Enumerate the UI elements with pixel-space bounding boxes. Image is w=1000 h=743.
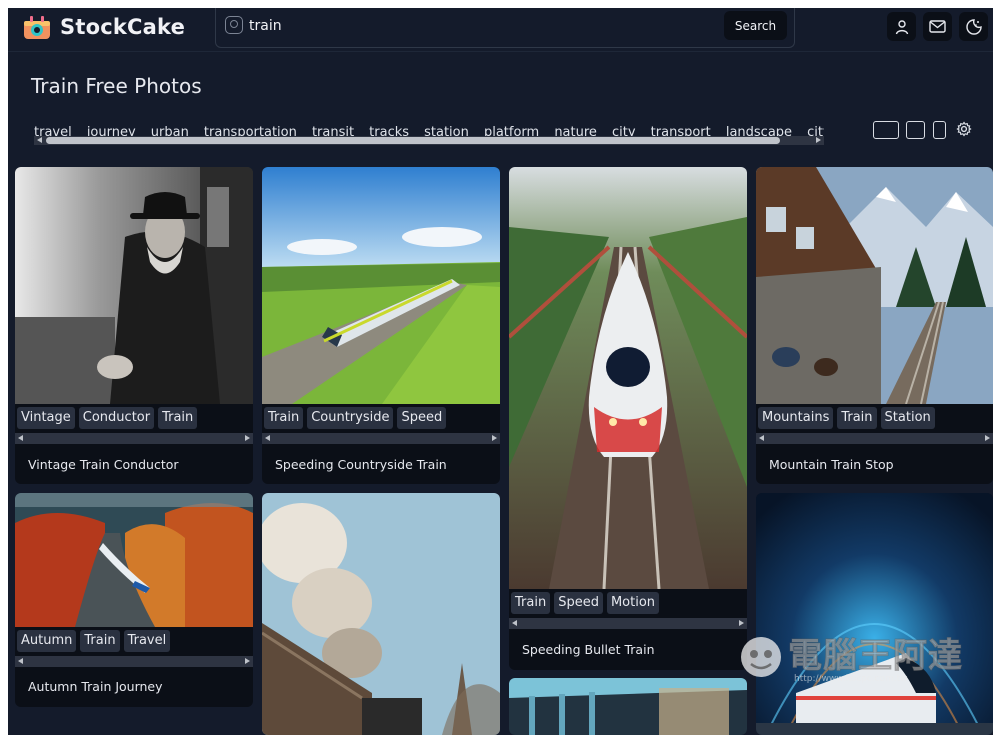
tag-chips: Train Speed Motion <box>509 592 747 618</box>
tag-chip[interactable]: Motion <box>606 592 660 614</box>
photo-caption[interactable]: Autumn Train Journey <box>28 679 163 694</box>
photo-caption[interactable]: Vintage Train Conductor <box>28 457 179 472</box>
tag-chip[interactable]: Conductor <box>78 407 155 429</box>
site-watermark: 電腦王阿達 http://www.kocpc.com.tw <box>736 624 986 694</box>
tag-chip[interactable]: Countryside <box>307 407 394 429</box>
brand-logo[interactable]: StockCake <box>22 14 185 40</box>
photo-image[interactable] <box>509 678 747 735</box>
brand-name: StockCake <box>60 15 186 39</box>
scroll-right-icon[interactable] <box>245 658 250 664</box>
gear-icon[interactable] <box>956 121 972 137</box>
tag-chip[interactable]: Train <box>158 407 198 429</box>
watermark-text: 電腦王阿達 <box>788 636 963 677</box>
tag-chip[interactable]: Travel <box>123 630 171 652</box>
photo-image[interactable] <box>509 167 747 589</box>
photo-caption[interactable]: Speeding Countryside Train <box>275 457 447 472</box>
photo-card[interactable] <box>756 493 993 735</box>
photo-card[interactable]: Autumn Train Travel Autumn Train Journey <box>15 493 253 707</box>
tag-chips: Vintage Conductor Train <box>15 407 253 433</box>
tag-scrollbar[interactable] <box>756 433 993 444</box>
photo-image[interactable] <box>756 493 993 735</box>
tag-chip[interactable]: Train <box>264 407 304 429</box>
search-bar: Search <box>215 8 795 48</box>
tag-scrollbar[interactable] <box>262 433 500 444</box>
photo-card[interactable]: Vintage Conductor Train Vintage Train Co… <box>15 167 253 484</box>
mascot-logo-icon <box>741 637 781 677</box>
photo-image[interactable] <box>756 167 993 404</box>
tag-chip[interactable]: Speed <box>397 407 447 429</box>
scroll-left-icon[interactable] <box>265 435 270 441</box>
user-icon <box>895 19 908 34</box>
photo-image[interactable] <box>262 167 500 404</box>
mail-icon <box>929 20 946 33</box>
scroll-right-icon[interactable] <box>245 435 250 441</box>
photo-caption[interactable]: Speeding Bullet Train <box>522 642 655 657</box>
photo-card[interactable]: Train Speed Motion Speeding Bullet Train <box>509 167 747 670</box>
tag-scrollbar[interactable] <box>15 433 253 444</box>
photo-image[interactable] <box>15 493 253 627</box>
top-navigation-bar: StockCake Search <box>8 8 993 52</box>
tag-chip[interactable]: Train <box>511 592 551 614</box>
tag-chip[interactable]: Vintage <box>17 407 75 429</box>
cake-logo-icon <box>22 14 52 40</box>
layout-portrait-button[interactable] <box>933 121 946 139</box>
tag-chips: Autumn Train Travel <box>15 630 253 656</box>
scroll-right-icon[interactable] <box>492 435 497 441</box>
search-button[interactable]: Search <box>724 11 787 40</box>
watermark-url: http://www.kocpc.com.tw <box>794 674 908 684</box>
tag-chip[interactable]: Station <box>880 407 935 429</box>
tag-chip[interactable]: Train <box>837 407 877 429</box>
tag-scrollbar[interactable] <box>509 618 747 629</box>
layout-wide-button[interactable] <box>873 121 899 139</box>
photo-image[interactable] <box>262 493 500 735</box>
scroll-left-icon[interactable] <box>37 137 42 143</box>
tag-scrollbar[interactable] <box>15 656 253 667</box>
tag-chip[interactable]: Mountains <box>758 407 834 429</box>
photo-card[interactable] <box>509 678 747 735</box>
tag-chips: Train Countryside Speed <box>262 407 500 433</box>
scrollbar-thumb[interactable] <box>46 137 780 144</box>
scroll-left-icon[interactable] <box>18 658 23 664</box>
contact-button[interactable] <box>923 12 952 41</box>
photo-image[interactable] <box>15 167 253 404</box>
scroll-left-icon[interactable] <box>512 620 517 626</box>
photo-card[interactable] <box>262 493 500 735</box>
photo-card[interactable]: Train Countryside Speed Speeding Country… <box>262 167 500 484</box>
search-icon <box>225 16 243 34</box>
account-button[interactable] <box>887 12 916 41</box>
page-title: Train Free Photos <box>31 74 202 98</box>
app-window: StockCake Search Tr <box>8 8 993 735</box>
tag-chip[interactable]: Speed <box>554 592 603 614</box>
layout-square-button[interactable] <box>906 121 925 139</box>
tag-chip[interactable]: Train <box>80 630 120 652</box>
scroll-right-icon[interactable] <box>985 435 990 441</box>
search-input[interactable] <box>249 14 709 38</box>
scroll-left-icon[interactable] <box>18 435 23 441</box>
theme-toggle-button[interactable] <box>959 12 988 41</box>
tag-chip[interactable]: Autumn <box>17 630 77 652</box>
tag-chips: Mountains Train Station <box>756 407 993 433</box>
tags-scrollbar[interactable] <box>34 136 824 145</box>
photo-caption[interactable]: Mountain Train Stop <box>769 457 894 472</box>
theme-toggle-icon <box>965 18 982 35</box>
scroll-left-icon[interactable] <box>759 435 764 441</box>
photo-card[interactable]: Mountains Train Station Mountain Train S… <box>756 167 993 484</box>
scroll-right-icon[interactable] <box>816 137 821 143</box>
